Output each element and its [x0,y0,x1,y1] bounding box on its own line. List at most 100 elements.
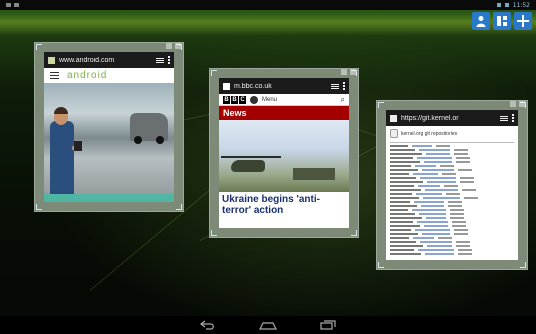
repo-cell [415,229,450,231]
repo-cell [419,149,450,151]
resize-handle[interactable] [378,102,384,108]
repo-cell [444,185,458,187]
person-icon [476,16,486,27]
minimize-icon[interactable] [510,101,516,107]
repo-cell [440,165,454,167]
close-icon[interactable] [175,43,181,49]
repo-cell [390,233,418,235]
repo-cell [417,221,448,223]
overflow-menu-icon[interactable] [343,82,345,90]
close-icon[interactable] [350,69,356,75]
repo-row[interactable] [390,161,514,163]
repo-row[interactable] [390,233,514,235]
repo-cell [390,173,409,175]
repo-row[interactable] [390,245,514,247]
repo-cell [390,205,417,207]
repo-row[interactable] [390,253,514,255]
repo-row[interactable] [390,169,514,171]
repo-row[interactable] [390,237,514,239]
overflow-menu-icon[interactable] [168,56,170,64]
back-icon [200,320,214,330]
repo-cell [418,249,454,251]
resize-handle[interactable] [351,230,357,236]
repo-row[interactable] [390,165,514,167]
home-button[interactable] [258,319,278,331]
repo-cell [448,201,462,203]
repo-cell [390,249,414,251]
repo-row[interactable] [390,221,514,223]
repo-cell [454,153,468,155]
minimize-icon[interactable] [166,43,172,49]
repo-row[interactable] [390,225,514,227]
repo-row[interactable] [390,201,514,203]
menu-icon[interactable] [156,57,164,63]
repo-row[interactable] [390,177,514,179]
resize-handle[interactable] [36,44,42,50]
repo-row[interactable] [390,205,514,207]
repo-cell [438,237,452,239]
repo-cell [390,153,422,155]
wifi-icon [496,3,501,7]
repo-cell [390,165,411,167]
tab-card-android[interactable]: www.android.com android [34,42,184,212]
repo-row[interactable] [390,217,514,219]
repo-row[interactable] [390,189,514,191]
profile-button[interactable] [472,12,490,30]
repo-list [390,145,514,255]
menu-icon[interactable] [500,115,508,121]
resize-handle[interactable] [176,204,182,210]
new-tab-button[interactable] [514,12,532,30]
repo-cell [390,217,422,219]
back-button[interactable] [198,319,218,331]
repo-cell [464,197,478,199]
tab-card-bbc[interactable]: m.bbc.co.uk BBC Menu ⌕ News Ukraine begi… [209,68,359,238]
search-icon: ⌕ [340,94,345,104]
site-header: BBC Menu ⌕ [219,94,349,106]
tab-card-kernel[interactable]: https://git.kernel.or kernel.org git rep… [376,100,528,270]
repo-row[interactable] [390,145,514,147]
navigation-bar [0,316,536,334]
repo-cell [426,217,446,219]
resize-handle[interactable] [378,262,384,268]
tabs-button[interactable] [493,12,511,30]
tab-url: m.bbc.co.uk [234,82,272,90]
resize-handle[interactable] [211,70,217,76]
repo-row[interactable] [390,185,514,187]
repo-cell [436,145,450,147]
notification-icon [14,3,19,7]
close-icon[interactable] [519,101,525,107]
tab-toolbar: www.android.com [44,52,174,68]
overflow-menu-icon[interactable] [512,114,514,122]
android-logo: android [67,70,108,81]
footer-strip [44,194,174,202]
minimize-icon[interactable] [341,69,347,75]
tab-preview: m.bbc.co.uk BBC Menu ⌕ News Ukraine begi… [219,78,349,228]
resize-handle[interactable] [211,230,217,236]
repo-row[interactable] [390,153,514,155]
resize-handle[interactable] [36,204,42,210]
repo-cell [390,181,423,183]
menu-icon[interactable] [331,83,339,89]
repo-row[interactable] [390,173,514,175]
repo-row[interactable] [390,149,514,151]
repo-row[interactable] [390,197,514,199]
recents-button[interactable] [318,319,338,331]
repo-cell [390,177,416,179]
repo-row[interactable] [390,193,514,195]
repo-cell [390,229,411,231]
repo-row[interactable] [390,181,514,183]
repo-row[interactable] [390,157,514,159]
person-shape [50,121,74,201]
repo-row[interactable] [390,241,514,243]
repo-row[interactable] [390,229,514,231]
repo-row[interactable] [390,209,514,211]
tab-url: https://git.kernel.or [401,114,459,122]
repo-cell [458,249,472,251]
repo-row[interactable] [390,213,514,215]
notification-icon [6,3,11,7]
news-headline: Ukraine begins 'anti-terror' action [222,194,320,216]
repo-cell [460,181,474,183]
resize-handle[interactable] [520,262,526,268]
repo-row[interactable] [390,249,514,251]
repo-cell [442,173,456,175]
